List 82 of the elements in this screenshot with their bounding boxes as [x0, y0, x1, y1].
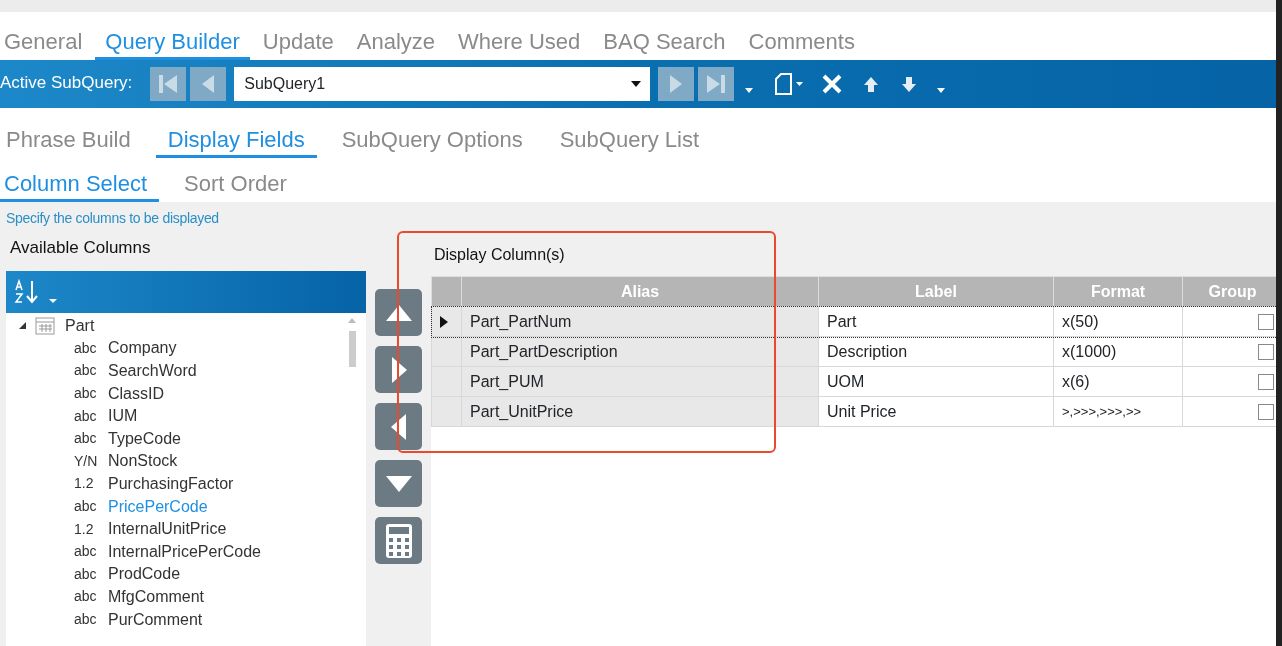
- skip-start-icon: [157, 73, 180, 95]
- remove-button[interactable]: [375, 403, 422, 450]
- tab[interactable]: Update: [252, 28, 344, 60]
- type-label: abc: [74, 429, 98, 449]
- type-label: abc: [74, 564, 98, 584]
- tree-item[interactable]: IUM: [108, 404, 138, 429]
- table-cell: Unit Price: [818, 396, 1054, 427]
- column-header[interactable]: Group: [1182, 276, 1276, 307]
- calculator-button[interactable]: [375, 517, 422, 564]
- column-header[interactable]: Alias: [461, 276, 819, 307]
- table-cell: x(50): [1053, 306, 1183, 337]
- table-cell: Part_UnitPrice: [461, 396, 819, 427]
- previous-button[interactable]: [190, 67, 227, 101]
- column-header[interactable]: Label: [818, 276, 1054, 307]
- table-cell: x(6): [1053, 366, 1183, 397]
- column-header[interactable]: Format: [1053, 276, 1183, 307]
- type-label: Y/N: [74, 451, 99, 471]
- toolbar-label: Active SubQuery:: [0, 72, 133, 95]
- tab[interactable]: General: [0, 28, 93, 60]
- caret-icon: [631, 81, 642, 87]
- hint-text: Specify the columns to be displayed: [5, 209, 220, 228]
- add-button[interactable]: [375, 346, 422, 393]
- type-label: abc: [74, 384, 98, 404]
- last-button[interactable]: [698, 67, 735, 101]
- tree-item[interactable]: ProdCode: [108, 562, 181, 587]
- checkbox[interactable]: [1258, 314, 1274, 331]
- type-label: abc: [74, 610, 98, 629]
- triangle-left-icon: [200, 73, 217, 95]
- triangle-down-icon: [383, 473, 414, 494]
- tab[interactable]: Analyze: [346, 28, 446, 60]
- expand-arrow-icon[interactable]: [18, 321, 27, 331]
- tab[interactable]: SubQuery Options: [329, 126, 535, 158]
- tab[interactable]: Sort Order: [172, 170, 299, 202]
- tab[interactable]: Phrase Build: [0, 126, 143, 158]
- tab[interactable]: Column Select: [0, 170, 160, 202]
- tab[interactable]: Where Used: [448, 28, 591, 60]
- checkbox[interactable]: [1258, 404, 1274, 421]
- tree-item[interactable]: TypeCode: [108, 426, 181, 451]
- type-label: 1.2: [74, 474, 95, 494]
- table-icon: [35, 316, 55, 335]
- tree-item[interactable]: PurComment: [108, 607, 203, 632]
- table-cell: x(1000): [1053, 336, 1183, 367]
- type-label: abc: [74, 542, 98, 562]
- type-label: abc: [74, 406, 98, 426]
- table-cell: Part_PUM: [461, 366, 819, 397]
- type-label: abc: [74, 497, 98, 517]
- tree-item[interactable]: InternalUnitPrice: [108, 517, 227, 542]
- tree-item[interactable]: PricePerCode: [108, 494, 208, 519]
- tree-item[interactable]: ClassID: [108, 381, 164, 406]
- subquery-dropdown[interactable]: SubQuery1: [234, 67, 651, 101]
- skip-end-icon: [705, 73, 728, 95]
- next-button[interactable]: [658, 67, 695, 101]
- calculator-icon: [384, 522, 413, 559]
- table-cell: Part: [818, 306, 1054, 337]
- tree-item[interactable]: Part: [65, 313, 95, 338]
- panel-title: Available Columns: [9, 237, 152, 259]
- checkbox[interactable]: [1258, 374, 1274, 391]
- type-label: abc: [74, 587, 98, 607]
- tree-item[interactable]: PurchasingFactor: [108, 471, 234, 496]
- table-cell: Description: [818, 336, 1054, 367]
- move-down-button[interactable]: [375, 460, 422, 507]
- tab[interactable]: Comments: [738, 28, 865, 60]
- tab[interactable]: Display Fields: [155, 126, 317, 158]
- caret-icon[interactable]: [48, 296, 58, 305]
- tab[interactable]: SubQuery List: [547, 126, 712, 158]
- panel-title: Display Column(s): [433, 245, 566, 265]
- checkbox[interactable]: [1258, 344, 1274, 361]
- type-label: abc: [74, 361, 98, 381]
- tree-item[interactable]: MfgComment: [108, 584, 205, 609]
- table-cell: Part_PartDescription: [461, 336, 819, 367]
- type-label: abc: [74, 338, 98, 358]
- table-cell: UOM: [818, 366, 1054, 397]
- move-up-button[interactable]: [375, 289, 422, 336]
- table-cell: >,>>>,>>>,>>: [1053, 396, 1183, 427]
- tree-item[interactable]: InternalPricePerCode: [108, 539, 261, 564]
- type-label: 1.2: [74, 519, 95, 539]
- first-button[interactable]: [150, 67, 187, 101]
- tree-item[interactable]: Company: [108, 336, 177, 361]
- table-cell: Part_PartNum: [461, 306, 819, 337]
- tab[interactable]: BAQ Search: [593, 28, 736, 60]
- tree-item[interactable]: NonStock: [108, 449, 178, 474]
- tree-item[interactable]: SearchWord: [108, 359, 197, 383]
